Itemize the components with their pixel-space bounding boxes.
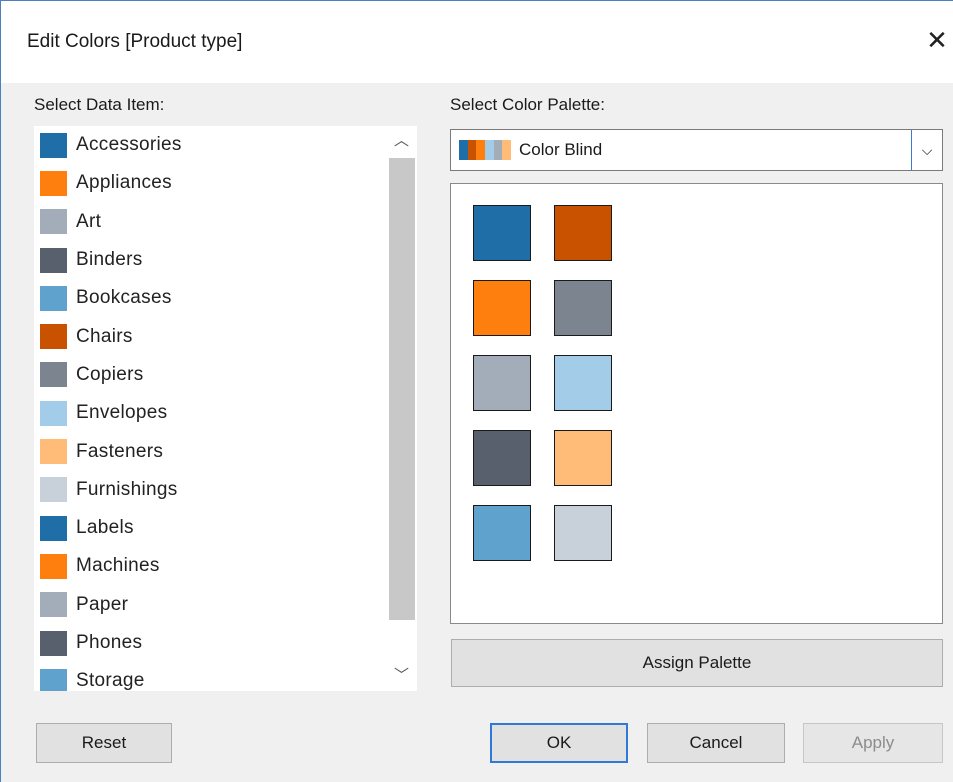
list-item[interactable]: Fasteners	[34, 432, 386, 470]
palette-swatch[interactable]	[473, 355, 531, 411]
list-item-label: Phones	[76, 632, 143, 653]
chevron-down-icon[interactable]: ﹀	[386, 661, 417, 691]
list-item[interactable]: Art	[34, 203, 386, 241]
assign-palette-button[interactable]: Assign Palette	[451, 639, 943, 687]
list-item[interactable]: Binders	[34, 241, 386, 279]
edit-colors-dialog: Edit Colors [Product type] ✕ Select Data…	[0, 0, 953, 782]
item-color-swatch	[40, 209, 67, 235]
palette-swatch[interactable]	[554, 355, 612, 411]
item-color-swatch	[40, 592, 67, 618]
chevron-down-icon[interactable]: ⌵	[911, 130, 942, 170]
list-scrollbar[interactable]: ︿ ﹀	[386, 126, 417, 691]
list-item[interactable]: Envelopes	[34, 394, 386, 432]
preview-color-chip	[476, 140, 486, 160]
list-item[interactable]: Labels	[34, 509, 386, 547]
dialog-title: Edit Colors [Product type]	[27, 31, 243, 52]
palette-swatch[interactable]	[554, 280, 612, 336]
palette-preview-icon	[459, 140, 512, 160]
list-item-label: Envelopes	[76, 402, 168, 424]
item-color-swatch	[40, 515, 67, 541]
list-item-label: Art	[76, 210, 102, 232]
close-icon[interactable]: ✕	[922, 25, 952, 55]
apply-button[interactable]: Apply	[803, 723, 943, 763]
data-item-list-items: Accessories Appliances Art Binders Bookcases…	[34, 126, 386, 691]
list-item[interactable]: Accessories	[34, 126, 386, 164]
item-color-swatch	[40, 324, 67, 350]
title-bar: Edit Colors [Product type] ✕	[1, 1, 953, 83]
palette-swatch[interactable]	[554, 505, 612, 561]
list-item[interactable]: Paper	[34, 586, 386, 624]
item-color-swatch	[40, 630, 67, 656]
reset-button[interactable]: Reset	[36, 723, 172, 763]
palette-swatch[interactable]	[473, 205, 531, 261]
ok-button[interactable]: OK	[490, 723, 628, 763]
list-item[interactable]: Copiers	[34, 356, 386, 394]
list-item-label: Labels	[76, 517, 134, 539]
palette-swatch[interactable]	[473, 280, 531, 336]
scroll-thumb[interactable]	[389, 158, 415, 620]
list-item[interactable]: Phones	[34, 624, 386, 662]
list-item-label: Furnishings	[76, 478, 178, 500]
preview-color-chip	[485, 140, 494, 160]
palette-swatch[interactable]	[554, 430, 612, 486]
data-item-list: Accessories Appliances Art Binders Bookcases…	[34, 126, 417, 691]
palette-select-value: Color Blind	[519, 140, 603, 159]
item-color-swatch	[40, 553, 67, 579]
item-color-swatch	[40, 132, 67, 158]
select-color-palette-label: Select Color Palette:	[450, 95, 605, 114]
chevron-up-icon[interactable]: ︿	[386, 126, 417, 156]
item-color-swatch	[40, 668, 67, 691]
list-item-label: Binders	[76, 249, 143, 271]
list-item-label: Appliances	[76, 172, 172, 194]
list-item[interactable]: Furnishings	[34, 471, 386, 509]
item-color-swatch	[40, 362, 67, 388]
preview-color-chip	[493, 140, 503, 160]
list-item-label: Fasteners	[76, 440, 164, 462]
list-item[interactable]: Appliances	[34, 164, 386, 202]
list-item-label: Paper	[76, 593, 129, 615]
item-color-swatch	[40, 439, 67, 465]
list-item-label: Storage	[76, 670, 145, 691]
item-color-swatch	[40, 285, 67, 311]
list-item[interactable]: Bookcases	[34, 279, 386, 317]
list-item[interactable]: Machines	[34, 547, 386, 585]
preview-color-chip	[467, 140, 477, 160]
palette-swatch[interactable]	[473, 430, 531, 486]
palette-swatch-panel	[450, 183, 943, 624]
list-item-label: Copiers	[76, 363, 144, 385]
cancel-button[interactable]: Cancel	[647, 723, 785, 763]
select-data-item-label: Select Data Item:	[34, 95, 165, 114]
item-color-swatch	[40, 477, 67, 503]
preview-color-chip	[459, 140, 468, 160]
palette-swatch[interactable]	[473, 505, 531, 561]
preview-color-chip	[502, 140, 512, 160]
palette-swatch[interactable]	[554, 205, 612, 261]
list-item-label: Chairs	[76, 325, 133, 347]
item-color-swatch	[40, 400, 67, 426]
list-item[interactable]: Chairs	[34, 317, 386, 355]
item-color-swatch	[40, 170, 67, 196]
palette-select[interactable]: Color Blind ⌵	[450, 129, 943, 171]
list-item-label: Machines	[76, 555, 160, 577]
list-item-label: Bookcases	[76, 287, 172, 309]
item-color-swatch	[40, 247, 67, 273]
list-item-label: Accessories	[76, 134, 182, 156]
list-item[interactable]: Storage	[34, 662, 386, 691]
